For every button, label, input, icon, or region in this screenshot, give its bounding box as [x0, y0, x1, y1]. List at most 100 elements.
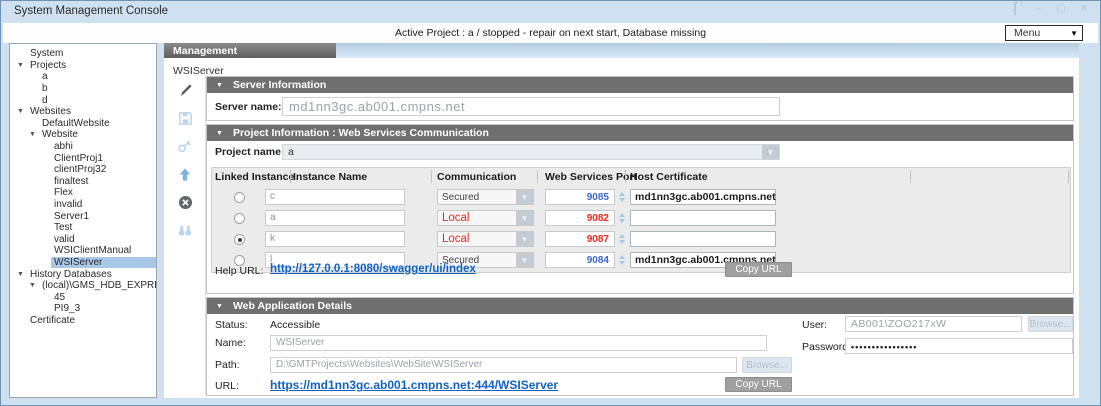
tree-item-website[interactable]: ▼Website — [10, 129, 156, 141]
host-certificate-input[interactable] — [630, 210, 776, 226]
web-services-port-input[interactable]: 9082 — [545, 210, 615, 226]
copy-help-url-button[interactable]: Copy URL — [725, 262, 792, 277]
linked-instance-radio[interactable] — [234, 192, 245, 203]
tree-item-label: finaltest — [51, 176, 91, 187]
tree-item--local-gms-hdb-express[interactable]: ▼(local)\GMS_HDB_EXPRESS — [10, 280, 156, 292]
communication-value: Secured — [438, 192, 516, 203]
project-information-header[interactable]: ▼ Project Information : Web Services Com… — [207, 125, 1073, 141]
tree-expand-icon[interactable]: ▼ — [26, 282, 39, 289]
column-separator — [1068, 170, 1069, 183]
port-spinner[interactable] — [617, 252, 627, 268]
save-icon[interactable] — [164, 104, 206, 132]
tree-item-defaultwebsite[interactable]: DefaultWebsite — [10, 118, 156, 130]
tree-item-flex[interactable]: Flex — [10, 187, 156, 199]
tree-item-clientproj32[interactable]: clientProj32 — [10, 164, 156, 176]
tree-item-system[interactable]: System — [10, 48, 156, 60]
tree-item-wsiclientmanual[interactable]: WSIClientManual — [10, 245, 156, 257]
name-input[interactable]: WSIServer — [270, 335, 767, 351]
status-row: Active Project : a / stopped - repair on… — [3, 23, 1098, 43]
web-services-port-input[interactable]: 9084 — [545, 252, 615, 268]
communication-value: Local — [438, 212, 516, 224]
minimize-button[interactable]: – — [1032, 4, 1044, 14]
port-spinner[interactable] — [617, 189, 627, 205]
tree-item-b[interactable]: b — [10, 83, 156, 95]
tree-item-label: Website — [39, 129, 81, 140]
browse-user-button[interactable]: Browse... — [1028, 316, 1073, 332]
tree-item-valid[interactable]: valid — [10, 234, 156, 246]
tree-item-projects[interactable]: ▼Projects — [10, 60, 156, 72]
tree-item-certificate[interactable]: Certificate — [10, 315, 156, 327]
tree-item-server1[interactable]: Server1 — [10, 210, 156, 222]
port-spinner[interactable] — [617, 231, 627, 247]
tree-expand-icon[interactable]: ▼ — [26, 131, 39, 138]
communication-dropdown[interactable]: Secured▼ — [437, 189, 534, 205]
tree-item-test[interactable]: Test — [10, 222, 156, 234]
server-information-header[interactable]: ▼ Server Information — [207, 77, 1073, 93]
server-name-input[interactable]: md1nn3gc.ab001.cmpns.net — [282, 97, 780, 116]
collapse-arrow-icon: ▼ — [207, 130, 233, 137]
browse-path-button[interactable]: Browse... — [742, 357, 792, 373]
column-separator — [431, 170, 432, 183]
menu-label: Menu — [1006, 27, 1070, 39]
edit-pen-icon[interactable] — [164, 76, 206, 104]
tree-item-pi9-3[interactable]: PI9_3 — [10, 303, 156, 315]
copy-web-url-button[interactable]: Copy URL — [725, 377, 792, 392]
communication-dropdown[interactable]: Local▼ — [437, 210, 534, 226]
app-window: System Management Console – ▢ ✕ Active P… — [0, 0, 1101, 406]
maximize-button[interactable]: ▢ — [1055, 4, 1067, 14]
tree-item-clientproj1[interactable]: ClientProj1 — [10, 152, 156, 164]
column-separator — [290, 170, 291, 183]
section-web-application-details: ▼ Web Application Details Status: Access… — [206, 297, 1074, 396]
tree-item-finaltest[interactable]: finaltest — [10, 176, 156, 188]
web-app-url-link[interactable]: https://md1nn3gc.ab001.cmpns.net:444/WSI… — [270, 378, 558, 392]
linked-instance-radio[interactable] — [234, 234, 245, 245]
password-input[interactable]: •••••••••••••••• — [845, 338, 1073, 354]
port-spinner[interactable] — [617, 210, 627, 226]
tree-item-d[interactable]: d — [10, 94, 156, 106]
web-application-details-header[interactable]: ▼ Web Application Details — [207, 298, 1073, 314]
instance-name-input[interactable]: k — [265, 231, 405, 247]
url-label: URL: — [215, 380, 239, 392]
tree-item-45[interactable]: 45 — [10, 291, 156, 303]
web-services-port-input[interactable]: 9085 — [545, 189, 615, 205]
tree-expand-icon[interactable]: ▼ — [14, 108, 27, 115]
chevron-down-icon: ▼ — [1070, 29, 1082, 38]
user-input[interactable]: AB001\ZOO217xW — [845, 316, 1022, 332]
tree-item-label: Projects — [27, 60, 69, 71]
tree-item-wsiserver[interactable]: WSIServer — [10, 257, 156, 269]
instance-name-input[interactable]: c — [265, 189, 405, 205]
path-input[interactable]: D:\GMTProjects\Websites\WebSite\WSIServe… — [270, 357, 737, 373]
tab-management[interactable]: Management — [164, 43, 336, 58]
close-button[interactable]: ✕ — [1078, 4, 1090, 14]
help-url-link[interactable]: http://127.0.0.1:8080/swagger/ui/index — [270, 263, 476, 275]
tree-item-a[interactable]: a — [10, 71, 156, 83]
instance-name-input[interactable]: a — [265, 210, 405, 226]
key-icon[interactable] — [164, 132, 206, 160]
tree-item-websites[interactable]: ▼Websites — [10, 106, 156, 118]
tree-item-history-databases[interactable]: ▼History Databases — [10, 268, 156, 280]
side-toolbar — [164, 76, 206, 395]
linked-instance-radio[interactable] — [234, 213, 245, 224]
web-services-port-input[interactable]: 9087 — [545, 231, 615, 247]
communication-dropdown[interactable]: Local▼ — [437, 231, 534, 247]
tree-item-label: PI9_3 — [51, 303, 83, 314]
tab-strip: Management — [164, 43, 1079, 58]
tree-expand-icon[interactable]: ▼ — [14, 62, 27, 69]
upload-arrow-icon[interactable] — [164, 160, 206, 188]
tree-expand-icon[interactable]: ▼ — [14, 271, 27, 278]
menu-dropdown[interactable]: Menu ▼ — [1005, 25, 1083, 41]
tree-item-invalid[interactable]: invalid — [10, 199, 156, 211]
tree-item-label: d — [39, 95, 51, 106]
section-project-information: ▼ Project Information : Web Services Com… — [206, 124, 1074, 294]
column-separator — [910, 170, 911, 183]
chevron-down-icon: ▼ — [516, 253, 533, 267]
project-name-dropdown[interactable]: a ▼ — [282, 144, 780, 160]
user-label: User: — [802, 319, 827, 331]
host-certificate-input[interactable]: md1nn3gc.ab001.cmpns.net — [630, 189, 776, 205]
instance-row: c Secured▼ 9085 md1nn3gc.ab001.cmpns.net — [212, 187, 1070, 208]
tree-item-abhi[interactable]: abhi — [10, 141, 156, 153]
password-label: Password: — [802, 341, 851, 353]
host-certificate-input[interactable] — [630, 231, 776, 247]
stop-icon[interactable] — [164, 188, 206, 216]
binoculars-icon[interactable] — [164, 216, 206, 244]
